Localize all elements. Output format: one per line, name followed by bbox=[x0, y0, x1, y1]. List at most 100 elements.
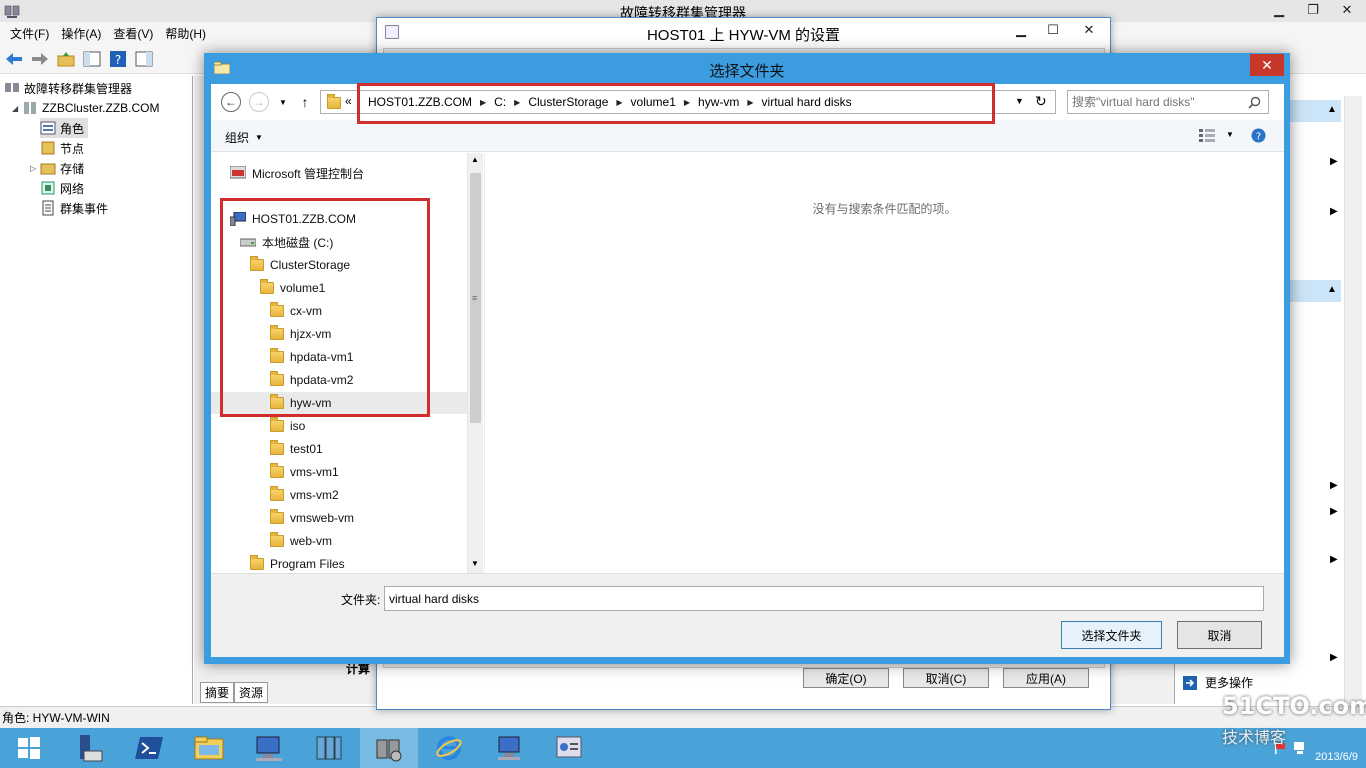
minimize-button[interactable]: ▁ bbox=[1005, 20, 1037, 40]
storage-taskbar-item[interactable] bbox=[300, 728, 358, 768]
tree-item-roles[interactable]: 角色 bbox=[40, 118, 89, 138]
tree-item-nodes[interactable]: 节点 bbox=[40, 138, 84, 158]
breadcrumb-separator-icon[interactable]: ▶ bbox=[613, 98, 625, 107]
maximize-button[interactable]: ☐ bbox=[1037, 20, 1069, 40]
tree-cluster[interactable]: ◢ ZZBCluster.ZZB.COM bbox=[12, 98, 160, 118]
start-button[interactable] bbox=[0, 728, 58, 768]
tree-item-cluster-events[interactable]: 群集事件 bbox=[40, 198, 108, 218]
actions-scrollbar[interactable] bbox=[1344, 96, 1362, 704]
tab-summary[interactable]: 摘要 bbox=[200, 682, 235, 703]
settings-panel-icon bbox=[556, 736, 582, 758]
up-folder-icon[interactable] bbox=[56, 49, 76, 69]
breadcrumb-item[interactable]: volume1 bbox=[626, 95, 681, 109]
refresh-icon[interactable]: ↻ bbox=[1035, 93, 1047, 110]
nav-folder-selected[interactable]: hyw-vm bbox=[211, 392, 467, 414]
tree-item-storage[interactable]: ▷ 存储 bbox=[30, 158, 84, 178]
breadcrumb-item[interactable]: ClusterStorage bbox=[523, 95, 613, 109]
control-panel-taskbar-item[interactable] bbox=[540, 728, 598, 768]
file-explorer-taskbar-item[interactable] bbox=[180, 728, 238, 768]
forward-arrow-icon[interactable] bbox=[30, 49, 50, 69]
close-button[interactable]: ✕ bbox=[1069, 20, 1109, 40]
nav-item-volume1[interactable]: volume1 bbox=[260, 277, 325, 299]
nav-folder[interactable]: web-vm bbox=[270, 530, 332, 552]
submenu-arrow-icon[interactable]: ▶ bbox=[1330, 480, 1338, 491]
organize-menu[interactable]: 组织 ▼ bbox=[225, 129, 263, 146]
more-actions-item[interactable]: 更多操作 bbox=[1183, 674, 1253, 691]
ok-button[interactable]: 确定(O) bbox=[803, 668, 889, 688]
submenu-arrow-icon[interactable]: ▶ bbox=[1330, 156, 1338, 167]
minimize-button[interactable]: ▁ bbox=[1262, 0, 1296, 20]
network-tray-icon[interactable] bbox=[1293, 741, 1309, 755]
nav-item-cluster-storage[interactable]: ClusterStorage bbox=[250, 254, 350, 276]
address-dropdown-icon[interactable]: ▼ bbox=[1015, 96, 1024, 106]
folder-input[interactable] bbox=[384, 586, 1264, 611]
nav-item-program-files[interactable]: Program Files bbox=[250, 553, 345, 575]
tree-root[interactable]: 故障转移群集管理器 bbox=[4, 78, 132, 98]
nav-item-host[interactable]: HOST01.ZZB.COM bbox=[230, 208, 356, 230]
nav-folder[interactable]: hjzx-vm bbox=[270, 323, 331, 345]
submenu-arrow-icon[interactable]: ▶ bbox=[1330, 554, 1338, 565]
navigation-scrollbar[interactable]: ▲ ≡ ▼ bbox=[467, 153, 483, 573]
cancel-button[interactable]: 取消 bbox=[1177, 621, 1262, 649]
tree-item-networks[interactable]: 网络 bbox=[40, 178, 84, 198]
help-icon[interactable]: ? bbox=[108, 49, 128, 69]
submenu-arrow-icon[interactable]: ▶ bbox=[1330, 206, 1338, 217]
remote-desktop-taskbar-item[interactable] bbox=[240, 728, 298, 768]
failover-manager-taskbar-item[interactable] bbox=[360, 728, 418, 768]
nav-folder[interactable]: vms-vm2 bbox=[270, 484, 339, 506]
menu-file[interactable]: 文件(F) bbox=[4, 25, 55, 42]
nav-item-mmc[interactable]: Microsoft 管理控制台 bbox=[230, 162, 364, 184]
nav-folder[interactable]: vmsweb-vm bbox=[270, 507, 354, 529]
address-bar[interactable]: « HOST01.ZZB.COM ▶ C: ▶ ClusterStorage ▶… bbox=[320, 90, 1056, 114]
view-options-icon[interactable] bbox=[1199, 129, 1215, 143]
nav-folder[interactable]: iso bbox=[270, 415, 305, 437]
nav-folder[interactable]: cx-vm bbox=[270, 300, 322, 322]
content-pane[interactable]: 没有与搜索条件匹配的项。 bbox=[484, 153, 1284, 573]
breadcrumb-item[interactable]: virtual hard disks bbox=[757, 95, 857, 109]
clock[interactable]: 2013/6/9 bbox=[1315, 732, 1358, 764]
taskbar: 2013/6/9 bbox=[0, 728, 1366, 768]
help-icon[interactable]: ? bbox=[1251, 128, 1266, 143]
nav-item-local-disk[interactable]: 本地磁盘 (C:) bbox=[240, 231, 333, 253]
restore-button[interactable]: ❐ bbox=[1296, 0, 1330, 20]
menu-view[interactable]: 查看(V) bbox=[107, 25, 159, 42]
nav-folder[interactable]: hpdata-vm1 bbox=[270, 346, 353, 368]
back-arrow-icon[interactable] bbox=[4, 49, 24, 69]
apply-button[interactable]: 应用(A) bbox=[1003, 668, 1089, 688]
breadcrumb-item[interactable]: C: bbox=[489, 95, 511, 109]
forward-button[interactable]: → bbox=[249, 92, 269, 112]
scroll-up-icon[interactable]: ▲ bbox=[471, 155, 479, 164]
dialog-close-button[interactable]: ✕ bbox=[1250, 54, 1284, 76]
breadcrumb-item[interactable]: hyw-vm bbox=[693, 95, 744, 109]
up-button[interactable]: ↑ bbox=[295, 92, 315, 112]
select-folder-button[interactable]: 选择文件夹 bbox=[1061, 621, 1162, 649]
breadcrumb-separator-icon[interactable]: ▶ bbox=[681, 98, 693, 107]
search-icon[interactable] bbox=[1248, 96, 1261, 109]
powershell-taskbar-item[interactable] bbox=[120, 728, 178, 768]
show-hide-action-pane-icon[interactable] bbox=[134, 49, 154, 69]
submenu-arrow-icon[interactable]: ▶ bbox=[1330, 506, 1338, 517]
back-button[interactable]: ← bbox=[221, 92, 241, 112]
show-hide-console-tree-icon[interactable] bbox=[82, 49, 102, 69]
search-input[interactable] bbox=[1072, 95, 1242, 109]
server-manager-taskbar-item[interactable] bbox=[60, 728, 118, 768]
recent-locations-button[interactable]: ▼ bbox=[273, 92, 293, 112]
overflow-chevron[interactable]: « bbox=[345, 94, 352, 108]
cancel-button[interactable]: 取消(C) bbox=[903, 668, 989, 688]
view-dropdown-icon[interactable]: ▼ bbox=[1226, 130, 1234, 139]
scroll-down-icon[interactable]: ▼ bbox=[471, 559, 479, 568]
menu-action[interactable]: 操作(A) bbox=[55, 25, 107, 42]
tab-resources[interactable]: 资源 bbox=[234, 682, 269, 703]
hyperv-manager-taskbar-item[interactable] bbox=[480, 728, 538, 768]
menu-help[interactable]: 帮助(H) bbox=[159, 25, 212, 42]
breadcrumb-separator-icon[interactable]: ▶ bbox=[744, 98, 756, 107]
breadcrumb-separator-icon[interactable]: ▶ bbox=[477, 98, 489, 107]
nav-folder[interactable]: hpdata-vm2 bbox=[270, 369, 353, 391]
nav-folder[interactable]: vms-vm1 bbox=[270, 461, 339, 483]
internet-explorer-taskbar-item[interactable] bbox=[420, 728, 478, 768]
close-button[interactable]: ✕ bbox=[1330, 0, 1364, 20]
breadcrumb-separator-icon[interactable]: ▶ bbox=[511, 98, 523, 107]
nav-folder[interactable]: test01 bbox=[270, 438, 323, 460]
breadcrumb-item[interactable]: HOST01.ZZB.COM bbox=[363, 95, 477, 109]
submenu-arrow-icon[interactable]: ▶ bbox=[1330, 652, 1338, 663]
